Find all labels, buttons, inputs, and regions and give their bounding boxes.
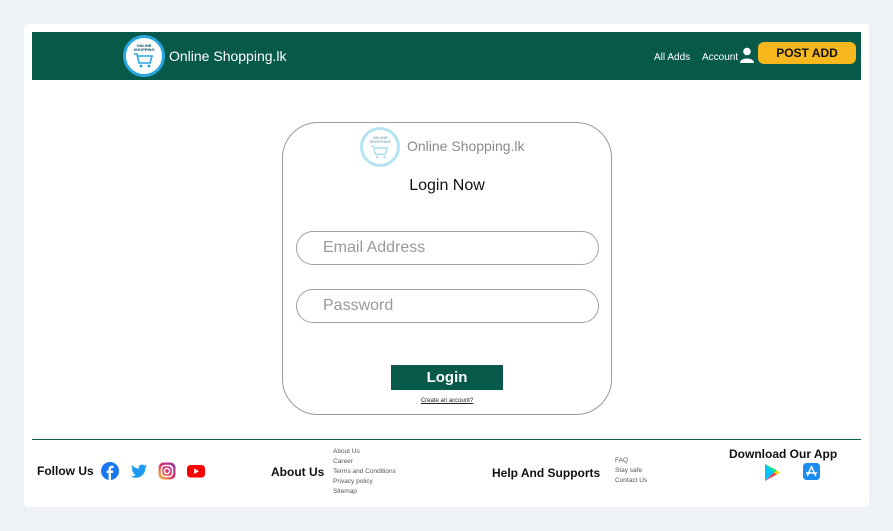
login-form: ONLINE SHOPPING Online Shopping.lk Login… (282, 122, 612, 415)
app-store-icon[interactable] (803, 463, 820, 480)
about-links: About Us Career Terms and Conditions Pri… (333, 447, 396, 497)
user-icon[interactable] (740, 47, 754, 63)
login-brand-name: Online Shopping.lk (407, 138, 525, 154)
footer-link-about-us[interactable]: About Us (333, 447, 396, 457)
facebook-icon[interactable] (101, 462, 119, 480)
nav-all-adds[interactable]: All Adds (654, 52, 690, 63)
footer-link-terms[interactable]: Terms and Conditions (333, 467, 396, 477)
shopping-cart-icon (134, 53, 154, 68)
nav-account[interactable]: Account (702, 52, 738, 63)
footer-divider (32, 439, 861, 440)
footer-link-sitemap[interactable]: Sitemap (333, 487, 396, 497)
login-logo: ONLINE SHOPPING (360, 127, 400, 167)
shopping-cart-icon (370, 144, 389, 158)
login-button[interactable]: Login (391, 365, 503, 390)
footer-link-faq[interactable]: FAQ (615, 456, 647, 466)
footer-link-career[interactable]: Career (333, 457, 396, 467)
download-app-heading: Download Our App (729, 447, 838, 461)
top-navbar: ONLINE SHOPPING Online Shopping.lk All A… (32, 32, 861, 80)
site-logo[interactable]: ONLINE SHOPPING (123, 35, 165, 77)
help-heading: Help And Supports (492, 466, 601, 480)
about-us-heading: About Us (271, 465, 325, 479)
follow-us-heading: Follow Us (37, 464, 94, 478)
twitter-icon[interactable] (130, 462, 148, 480)
logo-text: ONLINE SHOPPING (133, 43, 155, 52)
google-play-icon[interactable] (764, 463, 781, 482)
help-links: FAQ Stay safe Contact Us (615, 456, 647, 486)
brand-name[interactable]: Online Shopping.lk (169, 48, 287, 64)
footer-link-privacy[interactable]: Privacy policy (333, 477, 396, 487)
password-field[interactable] (296, 289, 599, 323)
footer-link-contact[interactable]: Contact Us (615, 476, 647, 486)
instagram-icon[interactable] (158, 462, 176, 480)
login-logo-text: ONLINE SHOPPING (369, 134, 391, 144)
create-account-link[interactable]: Create an account? (283, 398, 611, 404)
login-title: Login Now (409, 177, 485, 194)
post-add-button[interactable]: POST ADD (758, 42, 856, 64)
footer-link-stay-safe[interactable]: Stay safe (615, 466, 647, 476)
youtube-icon[interactable] (187, 462, 205, 480)
email-field[interactable] (296, 231, 599, 265)
